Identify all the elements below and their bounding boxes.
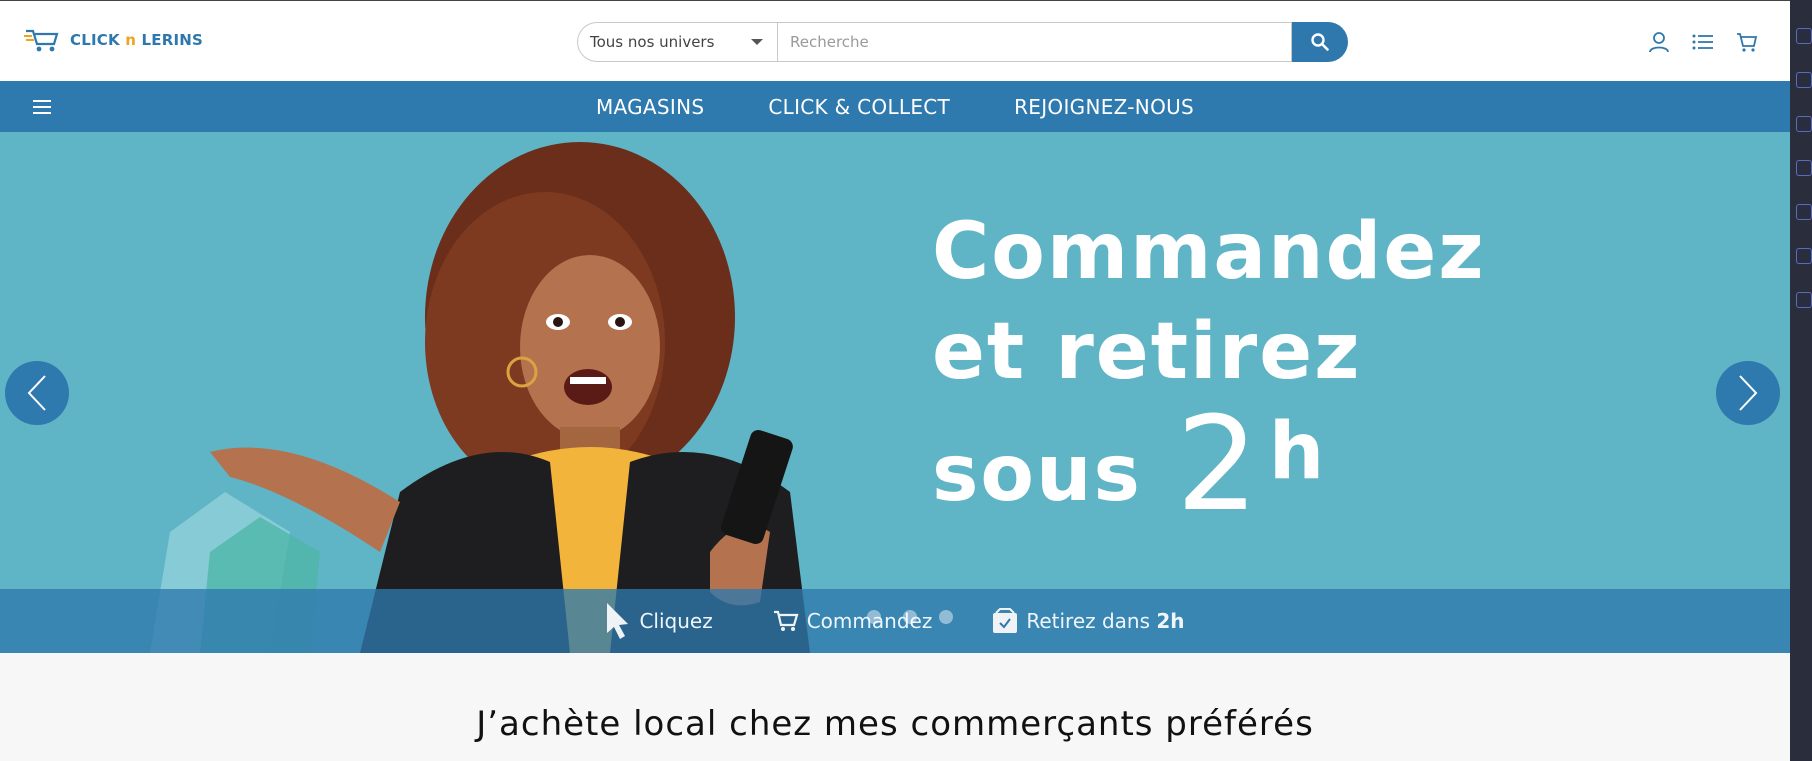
nav-link-magasins[interactable]: MAGASINS <box>596 95 704 119</box>
universe-select[interactable]: Tous nos univers <box>577 22 777 62</box>
hero-line-2: et retirez <box>932 307 1362 397</box>
hero-banner[interactable]: Commandez et retirez sous 2 h Cliquez Co… <box>0 132 1790 653</box>
search-icon <box>1311 33 1329 51</box>
main-nav: MAGASINS CLICK & COLLECT REJOIGNEZ-NOUS <box>0 81 1790 132</box>
carousel-prev-button[interactable] <box>5 361 69 425</box>
sidebar-icon[interactable] <box>1796 248 1812 264</box>
cart-icon[interactable] <box>1734 29 1760 55</box>
carousel-dot[interactable] <box>939 610 953 624</box>
carousel-dot[interactable] <box>867 610 881 624</box>
cart-logo-icon <box>24 29 59 52</box>
hero-line-3: sous 2 h <box>932 388 1325 540</box>
sidebar-icon[interactable] <box>1796 72 1812 88</box>
search-input[interactable] <box>777 22 1292 62</box>
search-button[interactable] <box>1292 22 1348 62</box>
header: CLICK n LERINS Tous nos univers <box>0 0 1790 81</box>
sidebar-icon[interactable] <box>1796 28 1812 44</box>
sidebar-icon[interactable] <box>1796 160 1812 176</box>
carousel-dot[interactable] <box>903 610 917 624</box>
page: CLICK n LERINS Tous nos univers Recherch… <box>0 0 1812 761</box>
hero-woman-image <box>150 142 810 653</box>
nav-link-click-collect[interactable]: CLICK & COLLECT <box>768 95 950 119</box>
step-pickup: Retirez dans 2h <box>992 608 1185 634</box>
nav-link-rejoignez-nous[interactable]: REJOIGNEZ-NOUS <box>1014 95 1194 119</box>
logo-text: CLICK n LERINS <box>70 31 204 49</box>
cursor-icon <box>607 603 629 639</box>
chevron-right-icon <box>1739 375 1758 411</box>
hero-unit: h <box>1268 407 1325 497</box>
hero-line-1: Commandez <box>932 207 1486 297</box>
sidebar-icon[interactable] <box>1796 292 1812 308</box>
cart-icon <box>773 610 799 631</box>
box-check-icon <box>993 608 1018 633</box>
main-area: CLICK n LERINS Tous nos univers Recherch… <box>0 0 1790 761</box>
sidebar-icon[interactable] <box>1796 204 1812 220</box>
browser-sidebar <box>1790 0 1812 761</box>
header-icons <box>1646 29 1760 55</box>
carousel-dots <box>867 610 953 624</box>
carousel-next-button[interactable] <box>1716 361 1780 425</box>
list-icon[interactable] <box>1690 29 1716 55</box>
step-click: Cliquez <box>605 601 713 641</box>
chevron-left-icon <box>27 375 46 411</box>
caret-down-icon <box>751 39 763 45</box>
user-icon[interactable] <box>1646 29 1672 55</box>
nav-links: MAGASINS CLICK & COLLECT REJOIGNEZ-NOUS <box>0 81 1790 132</box>
hero-big-number: 2 <box>1175 388 1259 540</box>
logo[interactable]: CLICK n LERINS <box>24 27 203 53</box>
sidebar-icon[interactable] <box>1796 116 1812 132</box>
section-title: J’achète local chez mes commerçants préf… <box>476 704 1314 744</box>
search-bar: Tous nos univers <box>577 22 1348 62</box>
universe-select-value: Tous nos univers <box>590 33 715 51</box>
hero-headline: Commandez et retirez sous 2 h <box>932 202 1486 540</box>
